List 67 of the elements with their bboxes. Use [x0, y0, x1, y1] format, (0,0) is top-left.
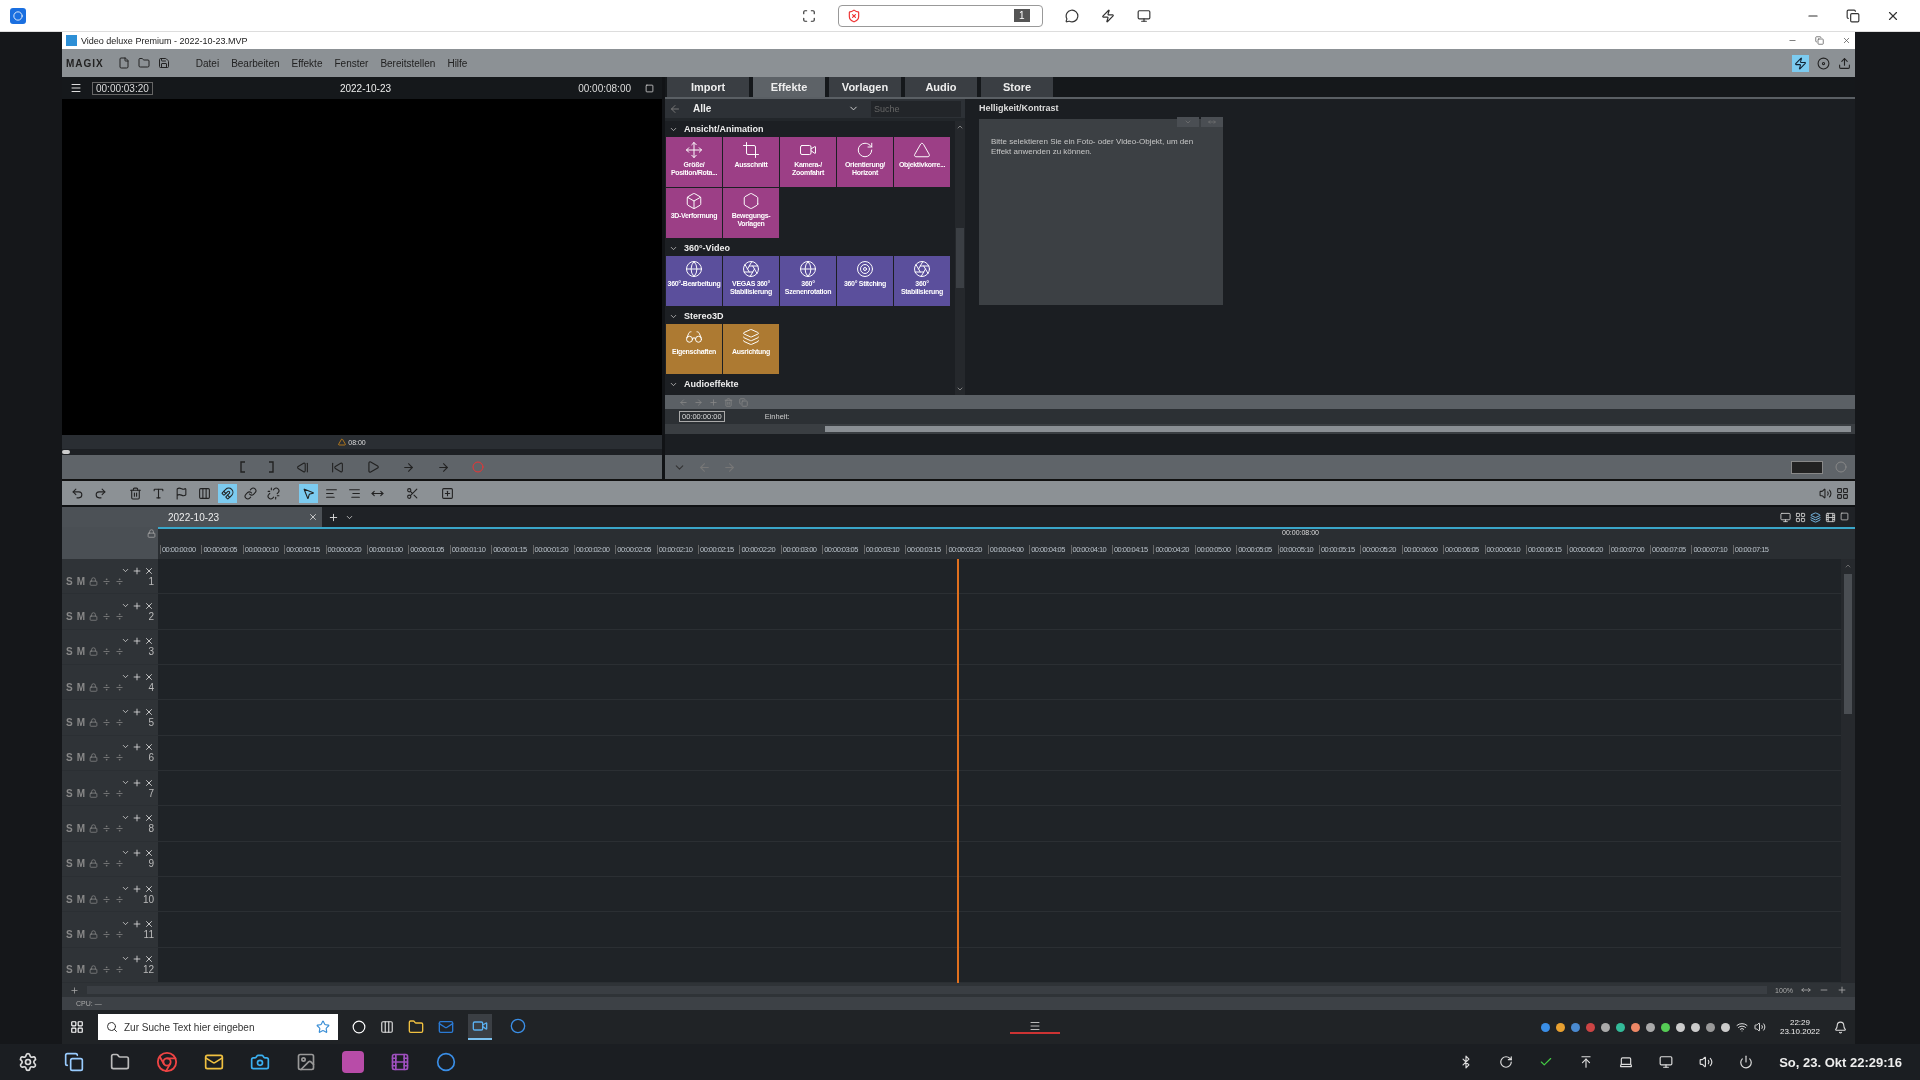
properties-title: Helligkeit/Kontrast — [979, 103, 1060, 113]
solo-toggle[interactable]: S — [66, 928, 73, 940]
track-number: 12 — [142, 964, 154, 976]
preview-title: 2022-10-23 — [338, 82, 393, 94]
track-number: 9 — [148, 858, 154, 870]
mute-toggle[interactable]: M — [76, 822, 85, 834]
effect-group-header[interactable]: Stereo3D — [665, 308, 955, 324]
mute-toggle[interactable]: M — [76, 575, 85, 587]
menu-item[interactable]: Effekte — [289, 57, 325, 69]
media-tab[interactable]: Effekte — [753, 77, 825, 97]
brand-logo: MAGIX — [66, 57, 104, 69]
track-number: 10 — [142, 893, 154, 905]
mute-toggle[interactable]: M — [76, 611, 85, 622]
effect-group-header[interactable]: Audioeffekte — [665, 376, 955, 392]
track-number: 2 — [148, 611, 154, 622]
info-message: Bitte selektieren Sie ein Foto- oder Video-Objekt, um den Effekt anwenden zu können. — [991, 137, 1195, 157]
search-field[interactable]: Suche — [871, 100, 961, 117]
media-tab[interactable]: Audio — [905, 77, 977, 97]
track-number: 1 — [148, 575, 154, 587]
media-tab[interactable]: Import — [667, 77, 749, 97]
solo-toggle[interactable]: S — [66, 964, 73, 976]
solo-toggle[interactable]: S — [66, 858, 73, 870]
timecode-field[interactable]: 00:00:03:20 — [92, 81, 153, 95]
category-dropdown[interactable]: Alle — [687, 103, 865, 114]
mute-toggle[interactable]: M — [76, 646, 85, 658]
dock-datetime: So, 23. Okt 22:29:16 — [1779, 1054, 1902, 1070]
track-number: 6 — [148, 752, 154, 764]
media-tab[interactable]: Vorlagen — [829, 77, 901, 97]
solo-toggle[interactable]: S — [66, 716, 73, 728]
menu-item[interactable]: Bereitstellen — [378, 57, 438, 69]
duration-text: 00:00:08:00 — [578, 82, 631, 94]
track-number: 5 — [148, 716, 154, 728]
project-tab[interactable]: 2022-10-23 — [62, 507, 322, 527]
menu-item[interactable]: Bearbeiten — [229, 57, 282, 69]
solo-toggle[interactable]: S — [66, 681, 73, 693]
solo-toggle[interactable]: S — [66, 752, 73, 764]
solo-toggle[interactable]: S — [66, 611, 73, 622]
solo-toggle[interactable]: S — [66, 787, 73, 799]
taskbar-date: 23.10.2022 — [1779, 1027, 1820, 1036]
mute-toggle[interactable]: M — [76, 787, 85, 799]
menu-item[interactable]: Fenster — [332, 57, 371, 69]
mute-toggle[interactable]: M — [76, 893, 85, 905]
effect-group-header[interactable]: Ansicht/Animation — [665, 121, 955, 137]
mute-toggle[interactable]: M — [76, 752, 85, 764]
track-number: 8 — [148, 822, 154, 834]
window-title: Video deluxe Premium - 2022-10-23.MVP — [81, 35, 249, 46]
taskbar-time: 22:29 — [1789, 1018, 1810, 1027]
solo-toggle[interactable]: S — [66, 893, 73, 905]
track-number: 4 — [148, 681, 154, 693]
track-number: 3 — [148, 646, 154, 658]
counter-badge: 1 — [1013, 9, 1030, 22]
mute-toggle[interactable]: M — [76, 928, 85, 940]
menu-item[interactable]: Hilfe — [445, 57, 470, 69]
mute-toggle[interactable]: M — [76, 681, 85, 693]
status-field[interactable]: 1 — [837, 4, 1043, 27]
mute-toggle[interactable]: M — [76, 964, 85, 976]
media-tab[interactable]: Store — [981, 77, 1053, 97]
track-number: 7 — [148, 787, 154, 799]
effect-group-header[interactable]: 360°-Video — [665, 240, 955, 256]
solo-toggle[interactable]: S — [66, 646, 73, 658]
menu-item[interactable]: Datei — [193, 57, 222, 69]
solo-toggle[interactable]: S — [66, 822, 73, 834]
mute-toggle[interactable]: M — [76, 716, 85, 728]
track-number: 11 — [143, 928, 154, 940]
taskbar-search-field[interactable]: Zur Suche Text hier eingeben — [98, 1014, 338, 1040]
mute-toggle[interactable]: M — [76, 858, 85, 870]
solo-toggle[interactable]: S — [66, 575, 73, 587]
